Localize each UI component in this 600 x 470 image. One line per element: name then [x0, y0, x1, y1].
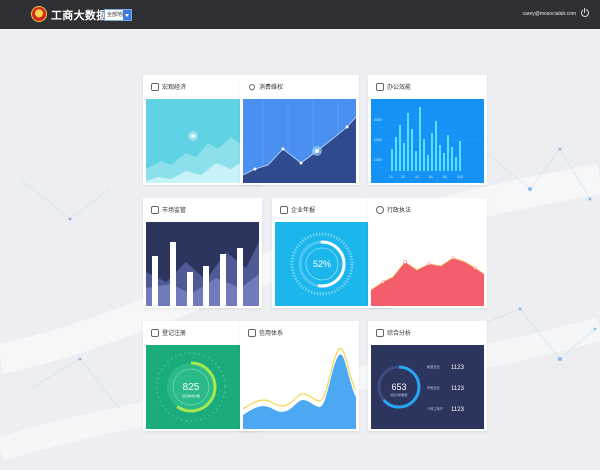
register-caption: 当月新增户数	[182, 393, 200, 398]
analysis-value: 653	[391, 382, 406, 392]
tile-graphic-area: 3000 2000 1000 10 20 40 60 80 100	[371, 99, 484, 183]
tile-header: 消费维权	[240, 75, 359, 98]
tile-header: 综合分析	[368, 321, 487, 344]
tile-graphic-area	[371, 222, 484, 306]
x-tick: 80	[443, 175, 447, 179]
y-tick: 3000	[374, 118, 382, 122]
tile-header: 信用体系	[240, 321, 359, 344]
tile-title: 办公效能	[387, 84, 412, 91]
analysis-row-value: 1123	[451, 407, 465, 413]
monitor-icon	[151, 205, 159, 214]
tile-header: 行政执法	[368, 198, 487, 221]
consumer-rights-graphic	[243, 99, 356, 183]
tile-consumer-rights[interactable]: 消费维权	[240, 75, 359, 185]
office-efficiency-graphic: 3000 2000 1000 10 20 40 60 80 100	[371, 99, 484, 183]
tile-title: 市场监管	[162, 207, 187, 214]
tile-title: 信用体系	[259, 330, 284, 337]
credit-system-graphic	[243, 345, 356, 429]
office-icon	[376, 82, 384, 91]
tile-office-efficiency[interactable]: 办公效能 3000 2000 1000 10 20 40 60 80 100	[368, 75, 487, 185]
user-email-link[interactable]: carey@mosocialab.com	[523, 11, 576, 17]
tile-law-enforcement[interactable]: 行政执法	[368, 198, 487, 308]
x-tick: 100	[457, 175, 463, 179]
y-tick: 2000	[374, 138, 382, 142]
x-tick: 60	[429, 175, 433, 179]
region-select[interactable]: 全部地区	[104, 9, 132, 21]
analysis-row-label: 私营企业	[427, 364, 440, 369]
register-icon	[151, 328, 159, 337]
percent-value: 52%	[313, 259, 331, 269]
tile-graphic-area	[243, 345, 356, 429]
tile-graphic-area: 653 综合分析数据 私营企业 外资企业 个体工商户 1123 1123 112…	[371, 345, 484, 429]
trend-icon	[151, 82, 159, 91]
tile-market-supervision[interactable]: 市场监管	[143, 198, 262, 308]
law-enforcement-graphic	[371, 222, 484, 306]
tile-title: 企业年报	[291, 207, 316, 214]
tile-header: 办公效能	[368, 75, 487, 98]
report-icon	[280, 205, 288, 214]
analysis-row-value: 1123	[451, 386, 465, 392]
tile-graphic-area	[243, 99, 356, 183]
analysis-row-value: 1123	[451, 365, 465, 371]
register-value: 825	[183, 382, 200, 393]
y-tick: 1000	[374, 158, 382, 162]
region-select-value: 全部地区	[107, 12, 123, 18]
tile-comprehensive-analysis[interactable]: 综合分析 653 综合分析数据 私营企业 外资企业 个体工商户 1123 112…	[368, 321, 487, 431]
tile-title: 宏观经济	[162, 84, 187, 91]
tile-title: 登记注册	[162, 330, 187, 337]
comprehensive-analysis-graphic: 653 综合分析数据 私营企业 外资企业 个体工商户 1123 1123 112…	[371, 345, 484, 429]
tile-graphic-area	[146, 222, 259, 306]
analysis-row-label: 个体工商户	[427, 406, 443, 411]
top-navbar: 工商大数据平台 全部地区 carey@mosocialab.com	[0, 0, 600, 29]
power-icon[interactable]	[581, 8, 589, 17]
analysis-icon	[376, 328, 384, 337]
shield-heart-icon	[247, 82, 257, 91]
x-tick: 10	[389, 175, 393, 179]
national-emblem-icon	[31, 6, 47, 22]
market-supervision-graphic	[146, 222, 259, 306]
tile-title: 综合分析	[387, 330, 412, 337]
analysis-caption: 综合分析数据	[391, 393, 408, 397]
chevron-down-icon	[123, 10, 131, 20]
x-tick: 20	[401, 175, 405, 179]
credit-icon	[248, 328, 256, 337]
tile-title: 消费维权	[259, 84, 284, 91]
tile-credit-system[interactable]: 信用体系	[240, 321, 359, 431]
tile-title: 行政执法	[387, 207, 412, 214]
analysis-row-label: 外资企业	[427, 385, 440, 390]
x-tick: 40	[415, 175, 419, 179]
law-icon	[376, 205, 384, 214]
tile-header: 市场监管	[143, 198, 262, 221]
